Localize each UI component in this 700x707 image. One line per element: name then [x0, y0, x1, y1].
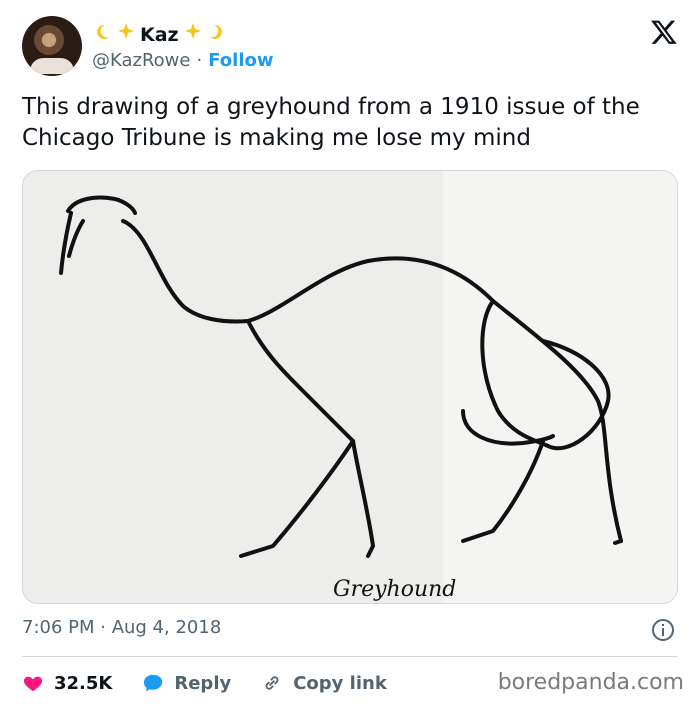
author-name: Kaz	[140, 23, 179, 46]
sparkles-icon	[183, 22, 203, 47]
tweet-text: This drawing of a greyhound from a 1910 …	[22, 94, 640, 151]
link-icon	[265, 676, 279, 690]
heart-icon	[23, 676, 43, 692]
copy-link-label: Copy link	[293, 672, 387, 694]
like-button[interactable]: 32.5K	[22, 672, 112, 694]
like-count: 32.5K	[54, 672, 113, 694]
tweet-timestamp[interactable]: 7:06 PM · Aug 4, 2018	[22, 617, 221, 638]
follow-button[interactable]: Follow	[208, 50, 273, 71]
watermark: boredpanda.com	[497, 670, 684, 695]
separator: ·	[196, 50, 203, 71]
moon-icon	[92, 22, 112, 47]
x-logo-icon[interactable]	[650, 18, 678, 46]
author-name-row[interactable]: Kaz	[92, 22, 227, 47]
tweet-image[interactable]: Greyhound	[22, 170, 678, 604]
reply-label: Reply	[174, 672, 232, 694]
image-caption: Greyhound	[333, 577, 456, 602]
copy-link-button[interactable]: Copy link	[261, 672, 387, 694]
reply-button[interactable]: Reply	[142, 672, 231, 694]
author-handle-row: @KazRowe · Follow	[92, 50, 274, 71]
reply-bubble-icon	[144, 674, 163, 692]
author-handle[interactable]: @KazRowe	[92, 50, 190, 71]
moon-icon	[207, 22, 227, 47]
avatar[interactable]	[22, 16, 82, 76]
action-bar: 32.5K Reply Copy link	[22, 668, 387, 698]
info-icon[interactable]	[651, 618, 675, 642]
greyhound-drawing: Greyhound	[23, 171, 677, 603]
tweet-header: Kaz @KazRowe · Follow	[22, 16, 678, 78]
sparkles-icon	[116, 22, 136, 47]
divider	[22, 656, 678, 657]
